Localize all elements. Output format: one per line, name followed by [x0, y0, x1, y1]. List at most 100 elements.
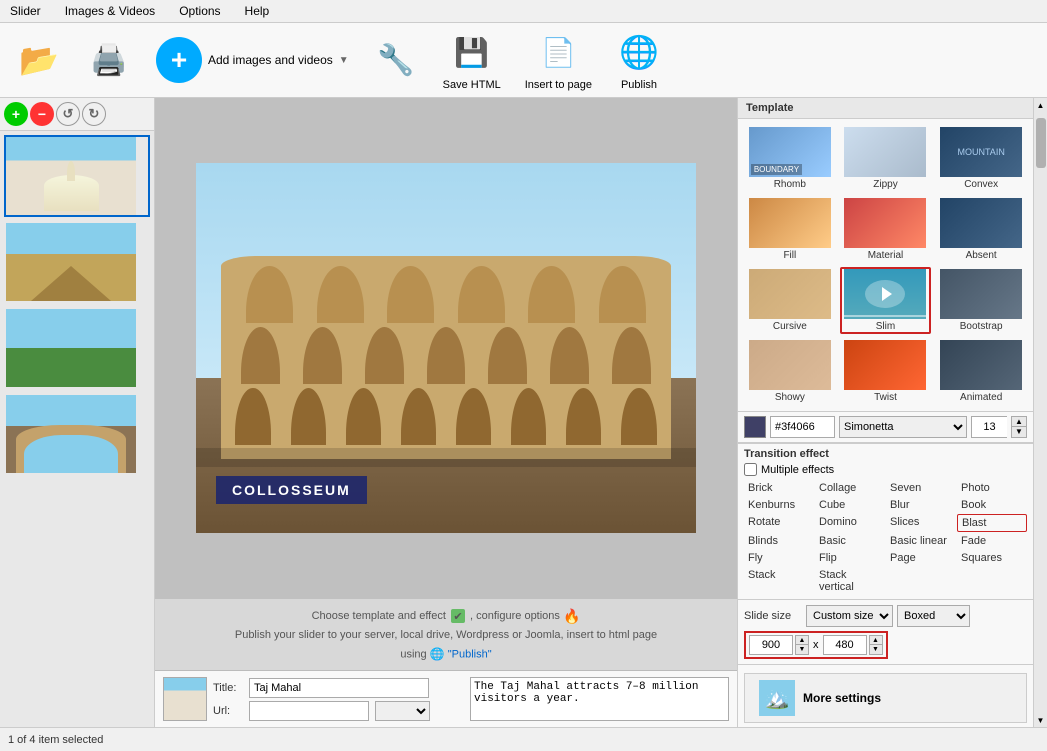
publish-button[interactable]: 🌐 Publish — [608, 25, 670, 95]
thumbnail-panel: + − ↺ ↻ — [0, 98, 155, 727]
template-label-slim: Slim — [876, 321, 895, 332]
template-showy[interactable]: Showy — [744, 338, 836, 405]
font-size-down-button[interactable]: ▼ — [1011, 427, 1027, 438]
transition-empty-1 — [886, 567, 956, 595]
color-swatch[interactable] — [744, 416, 766, 438]
template-slim[interactable]: Slim — [840, 267, 932, 334]
menu-slider[interactable]: Slider — [4, 2, 47, 20]
open-button[interactable]: 📂 — [8, 33, 70, 87]
width-down-button[interactable]: ▼ — [795, 645, 809, 655]
width-up-button[interactable]: ▲ — [795, 635, 809, 645]
template-thumb-showy — [749, 340, 831, 390]
status-text: 1 of 4 item selected — [8, 734, 103, 746]
template-cursive[interactable]: Cursive — [744, 267, 836, 334]
move-forward-button[interactable]: ↻ — [82, 102, 106, 126]
scrollbar-down-arrow[interactable]: ▼ — [1037, 715, 1045, 727]
slide-preview: COLLOSSEUM — [196, 163, 696, 533]
template-thumb-convex: MOUNTAIN — [940, 127, 1022, 177]
transition-brick[interactable]: Brick — [744, 480, 814, 496]
more-settings-button[interactable]: 🏔️ More settings — [744, 673, 1027, 723]
template-animated[interactable]: Animated — [935, 338, 1027, 405]
thumb-item-3[interactable] — [4, 307, 150, 389]
url-input[interactable] — [249, 701, 369, 721]
insert-to-page-button[interactable]: 📄 Insert to page — [517, 25, 600, 95]
width-input[interactable] — [749, 635, 793, 655]
transition-slices[interactable]: Slices — [886, 514, 956, 532]
transition-blinds[interactable]: Blinds — [744, 533, 814, 549]
image-thumbnail — [163, 677, 207, 721]
scrollbar-up-arrow[interactable]: ▲ — [1037, 100, 1045, 112]
transition-photo[interactable]: Photo — [957, 480, 1027, 496]
image-edit-panel: Title: Url: _blank _self The Taj Mahal a… — [155, 670, 737, 727]
transition-rotate[interactable]: Rotate — [744, 514, 814, 532]
height-down-button[interactable]: ▼ — [869, 645, 883, 655]
x-separator: x — [813, 639, 819, 651]
options-button[interactable]: 🔧 — [365, 33, 427, 87]
menu-bar: Slider Images & Videos Options Help — [0, 0, 1047, 23]
remove-slide-button[interactable]: − — [30, 102, 54, 126]
menu-images-videos[interactable]: Images & Videos — [59, 2, 162, 20]
template-material[interactable]: Material — [840, 196, 932, 263]
transition-cube[interactable]: Cube — [815, 497, 885, 513]
transition-page[interactable]: Page — [886, 550, 956, 566]
thumb-item-4[interactable] — [4, 393, 150, 475]
template-thumb-animated — [940, 340, 1022, 390]
hint-text-4: using — [400, 648, 429, 660]
slide-size-label: Slide size — [744, 610, 802, 622]
transition-basic[interactable]: Basic — [815, 533, 885, 549]
title-input[interactable] — [249, 678, 429, 698]
transition-domino[interactable]: Domino — [815, 514, 885, 532]
template-twist[interactable]: Twist — [840, 338, 932, 405]
transition-blur[interactable]: Blur — [886, 497, 956, 513]
main-layout: + − ↺ ↻ — [0, 98, 1047, 727]
add-images-button[interactable]: + Add images and videos ▼ — [148, 33, 357, 87]
transition-basic-linear[interactable]: Basic linear — [886, 533, 956, 549]
template-label-bootstrap: Bootstrap — [960, 321, 1003, 332]
template-fill[interactable]: Fill — [744, 196, 836, 263]
move-back-button[interactable]: ↺ — [56, 102, 80, 126]
layout-select[interactable]: Boxed Full width — [897, 605, 970, 627]
add-slide-button[interactable]: + — [4, 102, 28, 126]
template-convex[interactable]: MOUNTAIN Convex — [935, 125, 1027, 192]
menu-options[interactable]: Options — [173, 2, 226, 20]
template-bootstrap[interactable]: Bootstrap — [935, 267, 1027, 334]
description-textarea[interactable]: The Taj Mahal attracts 7–8 million visit… — [470, 677, 729, 721]
url-select[interactable]: _blank _self — [375, 701, 430, 721]
height-input[interactable] — [823, 635, 867, 655]
template-absent[interactable]: Absent — [935, 196, 1027, 263]
template-zippy[interactable]: Zippy — [840, 125, 932, 192]
template-rhomb[interactable]: BOUNDARY Rhomb — [744, 125, 836, 192]
thumb-item-1[interactable] — [4, 135, 150, 217]
transition-blast[interactable]: Blast — [957, 514, 1027, 532]
save-html-button[interactable]: 💾 Save HTML — [435, 25, 509, 95]
transition-kenburns[interactable]: Kenburns — [744, 497, 814, 513]
height-up-button[interactable]: ▲ — [869, 635, 883, 645]
template-label-cursive: Cursive — [773, 321, 807, 332]
transition-fly[interactable]: Fly — [744, 550, 814, 566]
menu-help[interactable]: Help — [239, 2, 276, 20]
template-label-twist: Twist — [874, 392, 897, 403]
transition-fade[interactable]: Fade — [957, 533, 1027, 549]
color-value-input[interactable] — [770, 416, 835, 438]
transition-book[interactable]: Book — [957, 497, 1027, 513]
title-field-group: Title: — [213, 678, 464, 698]
transition-stack[interactable]: Stack — [744, 567, 814, 595]
thumb-item-2[interactable] — [4, 221, 150, 303]
url-field-group: Url: _blank _self — [213, 701, 464, 721]
transition-squares[interactable]: Squares — [957, 550, 1027, 566]
font-size-up-button[interactable]: ▲ — [1011, 416, 1027, 427]
transition-seven[interactable]: Seven — [886, 480, 956, 496]
scrollbar-thumb[interactable] — [1036, 118, 1046, 168]
hint-icon-1: ✔ — [451, 609, 465, 623]
save-html-label: Save HTML — [443, 79, 501, 91]
font-size-input[interactable] — [971, 416, 1007, 438]
right-scrollbar[interactable]: ▲ ▼ — [1033, 98, 1047, 727]
size-type-select[interactable]: Custom size Full width Full screen — [806, 605, 893, 627]
transition-flip[interactable]: Flip — [815, 550, 885, 566]
transition-stack-vertical[interactable]: Stack vertical — [815, 567, 885, 595]
multiple-effects-checkbox[interactable] — [744, 463, 757, 476]
transition-collage[interactable]: Collage — [815, 480, 885, 496]
template-label-convex: Convex — [964, 179, 998, 190]
font-select[interactable]: Simonetta Arial Georgia — [839, 416, 967, 438]
print-button[interactable]: 🖨️ — [78, 33, 140, 87]
